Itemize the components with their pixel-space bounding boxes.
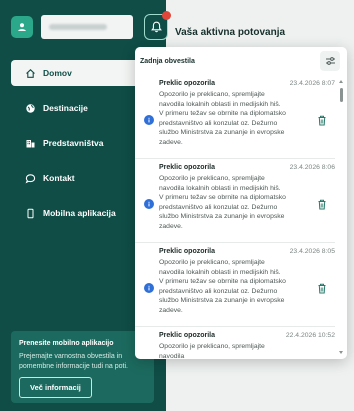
notification-item[interactable]: Preklic opozorila 23.4.2026 8:07 Opozori… bbox=[135, 75, 335, 159]
notification-badge bbox=[162, 11, 171, 20]
building-icon bbox=[24, 137, 36, 149]
user-name-field[interactable] bbox=[41, 15, 133, 39]
notification-item[interactable]: Preklic opozorila 23.4.2026 8:06 Opozori… bbox=[135, 159, 335, 243]
trash-icon[interactable] bbox=[317, 281, 327, 294]
sidebar-item-label: Mobilna aplikacija bbox=[43, 208, 116, 218]
chat-icon bbox=[24, 172, 36, 184]
scroll-thumb[interactable] bbox=[340, 88, 343, 102]
notification-body: Opozorilo je preklicano, spremljajte nav… bbox=[159, 91, 286, 146]
bell-icon bbox=[150, 21, 162, 33]
notification-date: 23.4.2026 8:07 bbox=[289, 80, 335, 87]
scroll-down-arrow[interactable] bbox=[339, 351, 343, 354]
sliders-icon bbox=[325, 57, 335, 65]
promo-text: Prejemajte varnostna obvestila in pomemb… bbox=[19, 353, 128, 370]
masked-username bbox=[49, 24, 107, 30]
notification-item[interactable]: Preklic opozorila 23.4.2026 8:05 Opozori… bbox=[135, 243, 335, 327]
notifications-panel: Zadnja obvestila Preklic opozorila 23.4.… bbox=[135, 47, 347, 359]
trash-icon[interactable] bbox=[317, 113, 327, 126]
user-avatar[interactable] bbox=[11, 16, 33, 38]
phone-icon bbox=[24, 207, 36, 219]
scrollbar[interactable] bbox=[339, 80, 344, 354]
notification-body: Opozorilo je preklicano, spremljajte nav… bbox=[159, 259, 286, 314]
info-icon bbox=[144, 115, 154, 125]
notification-body: Opozorilo je preklicano, spremljajte nav… bbox=[159, 343, 265, 359]
sidebar-item-label: Predstavništva bbox=[43, 138, 104, 148]
notification-item[interactable]: Preklic opozorila 22.4.2026 10:52 Opozor… bbox=[135, 327, 335, 359]
user-icon bbox=[18, 23, 26, 31]
info-icon bbox=[144, 199, 154, 209]
sidebar-item-label: Domov bbox=[43, 68, 72, 78]
sidebar-item-label: Destinacije bbox=[43, 103, 88, 113]
globe-icon bbox=[24, 102, 36, 114]
promo-title: Prenesite mobilno aplikacijo bbox=[19, 340, 114, 347]
notifications-button[interactable] bbox=[144, 11, 171, 40]
notifications-header: Zadnja obvestila bbox=[140, 58, 195, 65]
user-row bbox=[11, 11, 171, 40]
page-title: Vaša aktivna potovanja bbox=[175, 27, 286, 38]
notification-date: 22.4.2026 10:52 bbox=[285, 332, 335, 339]
notification-date: 23.4.2026 8:05 bbox=[289, 248, 335, 255]
trash-icon[interactable] bbox=[317, 197, 327, 210]
home-icon bbox=[24, 67, 36, 79]
promo-card: Prenesite mobilno aplikacijo Prejemajte … bbox=[11, 331, 154, 403]
scroll-up-arrow[interactable] bbox=[339, 80, 343, 83]
notification-date: 23.4.2026 8:06 bbox=[289, 164, 335, 171]
more-info-button[interactable]: Več informacij bbox=[19, 377, 92, 398]
sidebar-item-label: Kontakt bbox=[43, 173, 75, 183]
info-icon bbox=[144, 283, 154, 293]
filter-button[interactable] bbox=[320, 51, 340, 71]
notification-body: Opozorilo je preklicano, spremljajte nav… bbox=[159, 175, 286, 230]
notifications-list: Preklic opozorila 23.4.2026 8:07 Opozori… bbox=[135, 75, 335, 359]
